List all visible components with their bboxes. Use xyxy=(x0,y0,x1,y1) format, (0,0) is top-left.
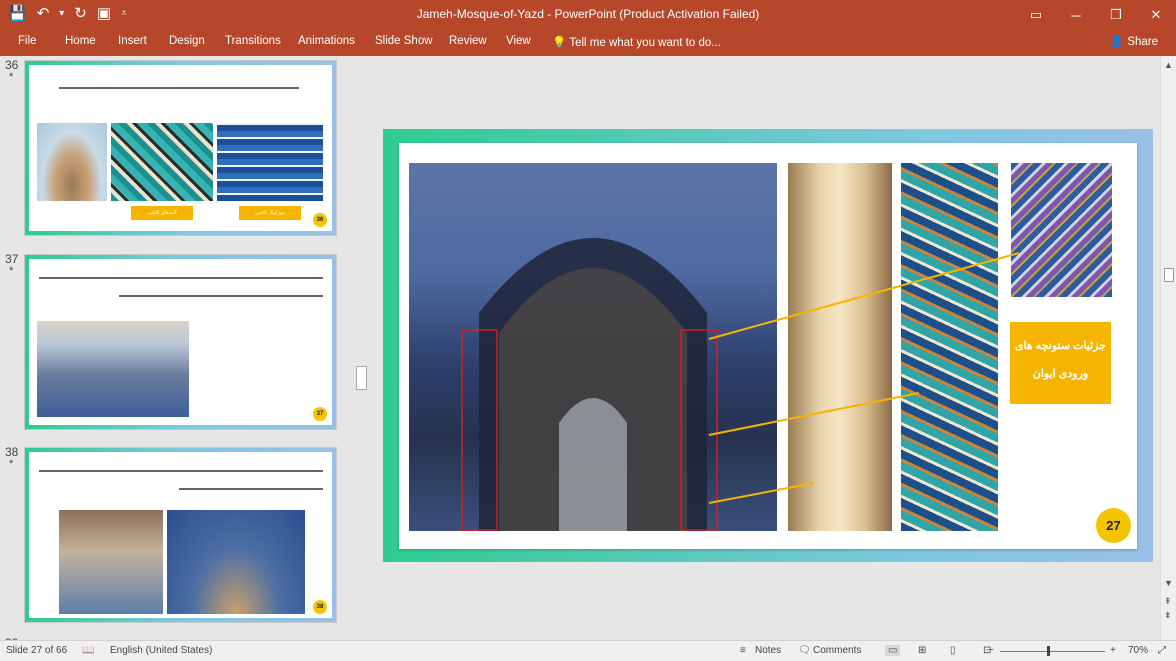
tab-view[interactable]: View xyxy=(506,35,531,47)
text-line xyxy=(179,488,323,490)
tile-mosaic-image xyxy=(111,123,213,201)
language-indicator[interactable]: English (United States) xyxy=(110,645,212,656)
thumbnail-button-right: موزاییک کاشی xyxy=(239,206,301,220)
zoom-level[interactable]: 70% xyxy=(1128,645,1148,656)
thumbnail-page-badge: 38 xyxy=(313,600,327,614)
scroll-down-icon[interactable]: ▼ xyxy=(1164,578,1173,588)
spellcheck-icon[interactable]: 📖 xyxy=(82,645,94,656)
slide-number-badge: 27 xyxy=(1096,508,1131,543)
slide-thumbnail-38[interactable]: 38 xyxy=(24,447,337,623)
tab-slide-show[interactable]: Slide Show xyxy=(375,35,433,47)
tell-me-search[interactable]: 💡 Tell me what you want to do... xyxy=(552,35,721,49)
ribbon-display-options-icon[interactable]: ▭ xyxy=(1016,0,1056,30)
status-bar: Slide 27 of 66 📖 English (United States)… xyxy=(0,640,1176,661)
lightbulb-icon: 💡 xyxy=(552,37,567,49)
tab-transitions[interactable]: Transitions xyxy=(225,35,281,47)
tab-file[interactable]: File xyxy=(18,35,37,47)
ribbon-tabs: File Home Insert Design Transitions Anim… xyxy=(0,30,1176,56)
tab-home[interactable]: Home xyxy=(65,35,96,47)
callout-line-2: ورودی ایوان xyxy=(1032,368,1089,380)
user-icon: 👤 xyxy=(1109,36,1125,48)
thumbnail-number: 38 xyxy=(5,445,19,459)
slide-thumbnail-pane[interactable]: 36 * گنبدهای کاشی موزاییک کاشی 36 37 * 3… xyxy=(0,56,355,640)
animation-star-icon: * xyxy=(9,71,14,83)
thumbnail-page-badge: 36 xyxy=(313,213,327,227)
thumbnail-canvas: 37 xyxy=(29,259,332,425)
tell-me-label: Tell me what you want to do... xyxy=(569,37,721,49)
minimize-icon[interactable]: ─ xyxy=(1056,0,1096,30)
callout-box[interactable]: جزئیات ستونچه های ورودی ایوان xyxy=(1010,322,1111,404)
muqarnas-image xyxy=(167,510,305,614)
scrollbar-thumb[interactable] xyxy=(1164,268,1174,282)
mihrab-image xyxy=(59,510,163,614)
callout-line-1: جزئیات ستونچه های xyxy=(1014,340,1107,352)
zoom-slider-thumb[interactable] xyxy=(1047,646,1050,656)
animation-star-icon: * xyxy=(9,458,14,470)
thumbnail-scrollbar[interactable] xyxy=(355,56,369,640)
text-line xyxy=(39,277,323,279)
slide-scrollbar[interactable]: ▲ ▼ ⇞ ⇟ xyxy=(1160,56,1176,640)
thumbnail-canvas: گنبدهای کاشی موزاییک کاشی 36 xyxy=(29,65,332,231)
thumbnail-canvas: 38 xyxy=(29,452,332,618)
thumbnail-button-left: گنبدهای کاشی xyxy=(131,206,193,220)
slide-sorter-icon[interactable]: ⊞ xyxy=(918,645,926,656)
slide-thumbnail-36[interactable]: گنبدهای کاشی موزاییک کاشی 36 xyxy=(24,60,337,236)
comments-button[interactable]: Comments xyxy=(813,645,861,656)
scrollbar-thumb[interactable] xyxy=(356,366,367,390)
thumbnail-number: 37 xyxy=(5,252,19,266)
restore-icon[interactable]: ❐ xyxy=(1096,0,1136,30)
window-controls: ▭ ─ ❐ ✕ xyxy=(1016,0,1176,30)
dome-image xyxy=(37,123,107,201)
slide-editor[interactable]: جزئیات ستونچه های ورودی ایوان 27 xyxy=(370,56,1160,640)
zoom-in-button[interactable]: + xyxy=(1110,645,1116,656)
reading-view-icon[interactable]: ▯ xyxy=(950,645,956,656)
zoom-out-button[interactable]: − xyxy=(988,645,994,656)
notes-button[interactable]: Notes xyxy=(755,645,781,656)
slide-counter: Slide 27 of 66 xyxy=(6,645,68,656)
tab-insert[interactable]: Insert xyxy=(118,35,147,47)
fit-to-window-icon[interactable]: ⤢ xyxy=(1158,645,1166,656)
normal-view-icon[interactable]: ▭ xyxy=(885,645,901,656)
share-button[interactable]: 👤 Share xyxy=(1110,34,1158,48)
comments-icon: 🗨 xyxy=(798,645,811,656)
tab-review[interactable]: Review xyxy=(449,35,487,47)
close-icon[interactable]: ✕ xyxy=(1136,0,1176,30)
interior-image xyxy=(37,321,189,417)
window-title: Jameh-Mosque-of-Yazd - PowerPoint (Produ… xyxy=(416,7,760,21)
tab-animations[interactable]: Animations xyxy=(298,35,355,47)
scroll-up-icon[interactable]: ▲ xyxy=(1164,60,1173,70)
thumbnail-number: 36 xyxy=(5,58,19,72)
previous-slide-icon[interactable]: ⇞ xyxy=(1164,596,1172,607)
share-label: Share xyxy=(1127,36,1158,48)
slide-background-frame: جزئیات ستونچه های ورودی ایوان 27 xyxy=(383,129,1153,562)
text-line xyxy=(59,87,299,89)
notes-icon: ≡ xyxy=(740,645,746,656)
calligraphy-tile-image xyxy=(217,123,323,201)
thumbnail-page-badge: 37 xyxy=(313,407,327,421)
animation-star-icon: * xyxy=(9,265,14,277)
title-bar: 💾 ↶ ▾ ↻ ▣ ⩡ Jameh-Mosque-of-Yazd - Power… xyxy=(0,0,1176,30)
tab-design[interactable]: Design xyxy=(169,35,205,47)
current-slide[interactable]: جزئیات ستونچه های ورودی ایوان 27 xyxy=(399,143,1137,549)
text-line xyxy=(39,470,323,472)
zoom-slider[interactable] xyxy=(1000,651,1105,652)
slide-thumbnail-37[interactable]: 37 xyxy=(24,254,337,430)
text-line xyxy=(119,295,323,297)
next-slide-icon[interactable]: ⇟ xyxy=(1164,610,1172,621)
